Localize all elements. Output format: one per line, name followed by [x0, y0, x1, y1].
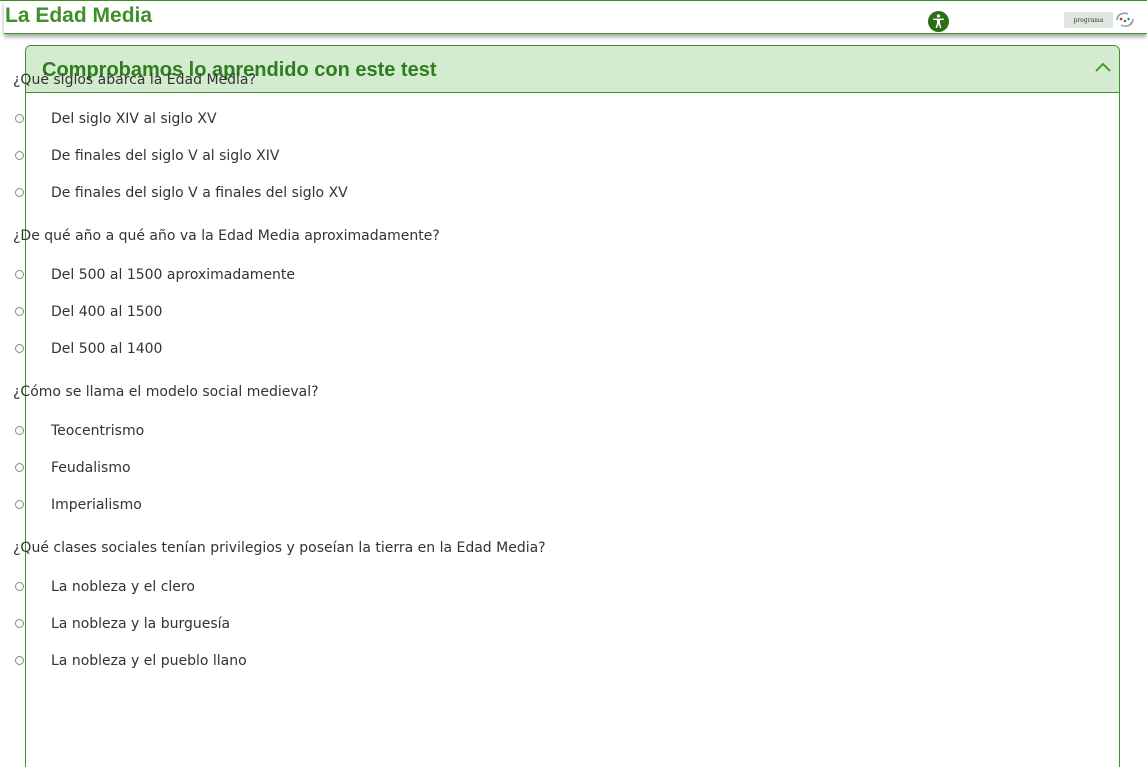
answer-option[interactable]: Del 500 al 1500 aproximadamente [13, 256, 1073, 293]
answer-label[interactable]: Del 500 al 1400 [51, 341, 162, 357]
site-title[interactable]: La Edad Media [5, 4, 152, 28]
radio-button[interactable] [15, 307, 24, 316]
radio-button[interactable] [15, 500, 24, 509]
radio-button[interactable] [15, 426, 24, 435]
program-badge[interactable]: programa [1064, 12, 1113, 28]
answer-label[interactable]: La nobleza y el clero [51, 579, 195, 595]
answer-label[interactable]: La nobleza y el pueblo llano [51, 653, 247, 669]
answer-option[interactable]: La nobleza y el pueblo llano [13, 642, 1073, 679]
answer-label[interactable]: La nobleza y la burguesía [51, 616, 230, 632]
answer-option[interactable]: Del 400 al 1500 [13, 293, 1073, 330]
radio-button[interactable] [15, 270, 24, 279]
answer-option[interactable]: Del 500 al 1400 [13, 330, 1073, 367]
quiz-questions: ¿Qué siglos abarca la Edad Media? Del si… [13, 70, 1073, 694]
answer-option[interactable]: De finales del siglo V al siglo XIV [13, 137, 1073, 174]
page: La Edad Media programa Comprobamos lo ap… [0, 0, 1147, 767]
answer-option[interactable]: Imperialismo [13, 486, 1073, 523]
answer-option[interactable]: Del siglo XIV al siglo XV [13, 100, 1073, 137]
site-header: La Edad Media programa [4, 1, 1147, 34]
radio-button[interactable] [15, 188, 24, 197]
question-text: ¿De qué año a qué año va la Edad Media a… [13, 228, 440, 244]
radio-button[interactable] [15, 619, 24, 628]
radio-button[interactable] [15, 656, 24, 665]
radio-button[interactable] [15, 344, 24, 353]
program-logo-icon[interactable] [1114, 10, 1136, 30]
radio-button[interactable] [15, 114, 24, 123]
answer-option[interactable]: Teocentrismo [13, 412, 1073, 449]
question-4: ¿Qué clases sociales tenían privilegios … [13, 538, 1073, 679]
answer-label[interactable]: De finales del siglo V al siglo XIV [51, 148, 279, 164]
accessibility-icon[interactable] [928, 11, 949, 32]
question-1: ¿Qué siglos abarca la Edad Media? Del si… [13, 70, 1073, 211]
answer-label[interactable]: Del siglo XIV al siglo XV [51, 111, 217, 127]
radio-button[interactable] [15, 582, 24, 591]
answer-option[interactable]: Feudalismo [13, 449, 1073, 486]
answer-option[interactable]: De finales del siglo V a finales del sig… [13, 174, 1073, 211]
answer-option[interactable]: La nobleza y la burguesía [13, 605, 1073, 642]
question-text: ¿Cómo se llama el modelo social medieval… [13, 384, 319, 400]
answer-label[interactable]: De finales del siglo V a finales del sig… [51, 185, 348, 201]
chevron-up-icon[interactable] [1094, 60, 1112, 74]
question-2: ¿De qué año a qué año va la Edad Media a… [13, 226, 1073, 367]
radio-button[interactable] [15, 151, 24, 160]
answer-label[interactable]: Imperialismo [51, 497, 142, 513]
question-text: ¿Qué siglos abarca la Edad Media? [13, 72, 256, 88]
answer-label[interactable]: Teocentrismo [51, 423, 144, 439]
question-text: ¿Qué clases sociales tenían privilegios … [13, 540, 546, 556]
answer-label[interactable]: Del 500 al 1500 aproximadamente [51, 267, 295, 283]
answer-label[interactable]: Feudalismo [51, 460, 131, 476]
radio-button[interactable] [15, 463, 24, 472]
answer-label[interactable]: Del 400 al 1500 [51, 304, 162, 320]
answer-option[interactable]: La nobleza y el clero [13, 568, 1073, 605]
question-3: ¿Cómo se llama el modelo social medieval… [13, 382, 1073, 523]
